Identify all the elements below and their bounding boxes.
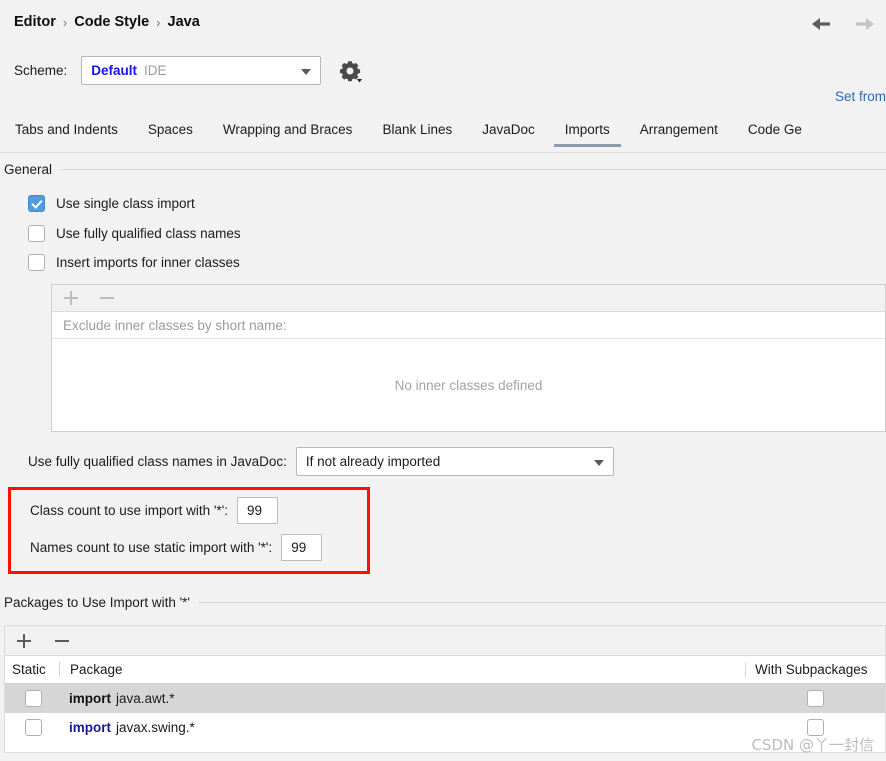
- section-packages-title: Packages to Use Import with '*': [4, 595, 190, 610]
- arrow-right-icon: [852, 14, 878, 34]
- checkbox-insert-imports-for-inner-classes[interactable]: Insert imports for inner classes: [28, 254, 240, 271]
- class-count-label: Class count to use import with '*':: [30, 503, 228, 518]
- javadoc-fqn-row: Use fully qualified class names in JavaD…: [28, 447, 614, 476]
- checkbox-label: Insert imports for inner classes: [56, 255, 240, 270]
- chevron-down-icon: [301, 68, 312, 75]
- checkbox-box[interactable]: [28, 225, 45, 242]
- column-header-static[interactable]: Static: [5, 662, 59, 677]
- tab-wrapping-and-braces[interactable]: Wrapping and Braces: [208, 120, 368, 147]
- scheme-label: Scheme:: [14, 63, 68, 78]
- section-packages: Packages to Use Import with '*': [4, 595, 886, 610]
- class-count-row: Class count to use import with '*': 99: [30, 497, 278, 524]
- checkbox-box[interactable]: [28, 254, 45, 271]
- tab-blank-lines[interactable]: Blank Lines: [367, 120, 467, 147]
- table-row[interactable]: import java.awt.*: [5, 684, 885, 713]
- minus-icon[interactable]: [54, 633, 70, 649]
- arrow-left-icon[interactable]: [808, 14, 834, 34]
- row-package-cell: import java.awt.*: [59, 684, 745, 713]
- section-general: General: [4, 162, 886, 177]
- chevron-down-icon: [593, 459, 604, 466]
- checkbox-static[interactable]: [25, 690, 42, 707]
- names-count-input[interactable]: 99: [281, 534, 323, 561]
- package-name: javax.swing.*: [116, 720, 195, 735]
- import-keyword: import: [69, 691, 111, 706]
- scheme-name: Default: [91, 63, 138, 78]
- inner-classes-toolbar: [52, 285, 885, 312]
- row-subpackages-cell: [745, 684, 885, 713]
- plus-icon: [63, 290, 79, 306]
- checkbox-use-fully-qualified-class-names[interactable]: Use fully qualified class names: [28, 225, 241, 242]
- names-count-label: Names count to use static import with '*…: [30, 540, 273, 555]
- column-header-package[interactable]: Package: [59, 662, 745, 677]
- settings-page: Editor › Code Style › Java Scheme: Defau…: [0, 0, 886, 761]
- javadoc-fqn-label: Use fully qualified class names in JavaD…: [28, 454, 287, 469]
- set-from-link[interactable]: Set from: [835, 89, 886, 104]
- row-static-cell: [5, 684, 59, 713]
- tab-code-generation[interactable]: Code Ge: [733, 120, 817, 147]
- breadcrumb-separator-icon: ›: [156, 14, 161, 30]
- inner-classes-column-header: Exclude inner classes by short name:: [52, 312, 885, 339]
- checkbox-label: Use fully qualified class names: [56, 226, 241, 241]
- plus-icon[interactable]: [16, 633, 32, 649]
- breadcrumb-separator-icon: ›: [62, 14, 68, 30]
- navigation-buttons: [808, 14, 878, 34]
- scheme-kind: IDE: [144, 63, 167, 78]
- checkbox-box[interactable]: [28, 195, 45, 212]
- checkbox-static[interactable]: [25, 719, 42, 736]
- breadcrumb-item-code-style[interactable]: Code Style: [74, 14, 149, 30]
- javadoc-fqn-value: If not already imported: [305, 454, 441, 469]
- javadoc-fqn-combobox[interactable]: If not already imported: [295, 447, 614, 476]
- scheme-combobox[interactable]: Default IDE: [81, 56, 322, 85]
- tab-bar: Tabs and Indents Spaces Wrapping and Bra…: [0, 120, 886, 154]
- section-divider: [61, 169, 886, 170]
- breadcrumb: Editor › Code Style › Java: [14, 14, 200, 30]
- class-count-input[interactable]: 99: [237, 497, 278, 524]
- checkbox-use-single-class-import[interactable]: Use single class import: [28, 195, 195, 212]
- inner-classes-empty-text: No inner classes defined: [394, 377, 543, 393]
- watermark: CSDN @丫一封信: [751, 736, 874, 754]
- tab-arrangement[interactable]: Arrangement: [625, 120, 733, 147]
- tab-imports[interactable]: Imports: [550, 120, 625, 147]
- section-general-title: General: [4, 162, 53, 177]
- minus-icon: [99, 290, 115, 306]
- packages-toolbar: [4, 625, 886, 655]
- breadcrumb-item-java[interactable]: Java: [168, 14, 200, 30]
- section-divider: [198, 602, 886, 603]
- package-name: java.awt.*: [116, 691, 175, 706]
- scheme-row: Scheme: Default IDE: [14, 56, 363, 85]
- breadcrumb-item-editor[interactable]: Editor: [14, 14, 56, 30]
- column-header-with-subpackages[interactable]: With Subpackages: [745, 662, 885, 677]
- table-header: Static Package With Subpackages: [5, 656, 885, 684]
- tab-spaces[interactable]: Spaces: [133, 120, 208, 147]
- inner-classes-panel: Exclude inner classes by short name: No …: [51, 284, 886, 432]
- import-keyword: import: [69, 720, 111, 735]
- checkbox-with-subpackages[interactable]: [806, 690, 824, 707]
- tab-tabs-and-indents[interactable]: Tabs and Indents: [0, 120, 133, 147]
- row-package-cell: import javax.swing.*: [59, 713, 745, 742]
- gear-icon[interactable]: [337, 58, 363, 84]
- row-static-cell: [5, 713, 59, 742]
- names-count-row: Names count to use static import with '*…: [30, 534, 323, 561]
- checkbox-label: Use single class import: [56, 196, 195, 211]
- tab-javadoc[interactable]: JavaDoc: [467, 120, 550, 147]
- tab-bar-divider: [0, 152, 886, 153]
